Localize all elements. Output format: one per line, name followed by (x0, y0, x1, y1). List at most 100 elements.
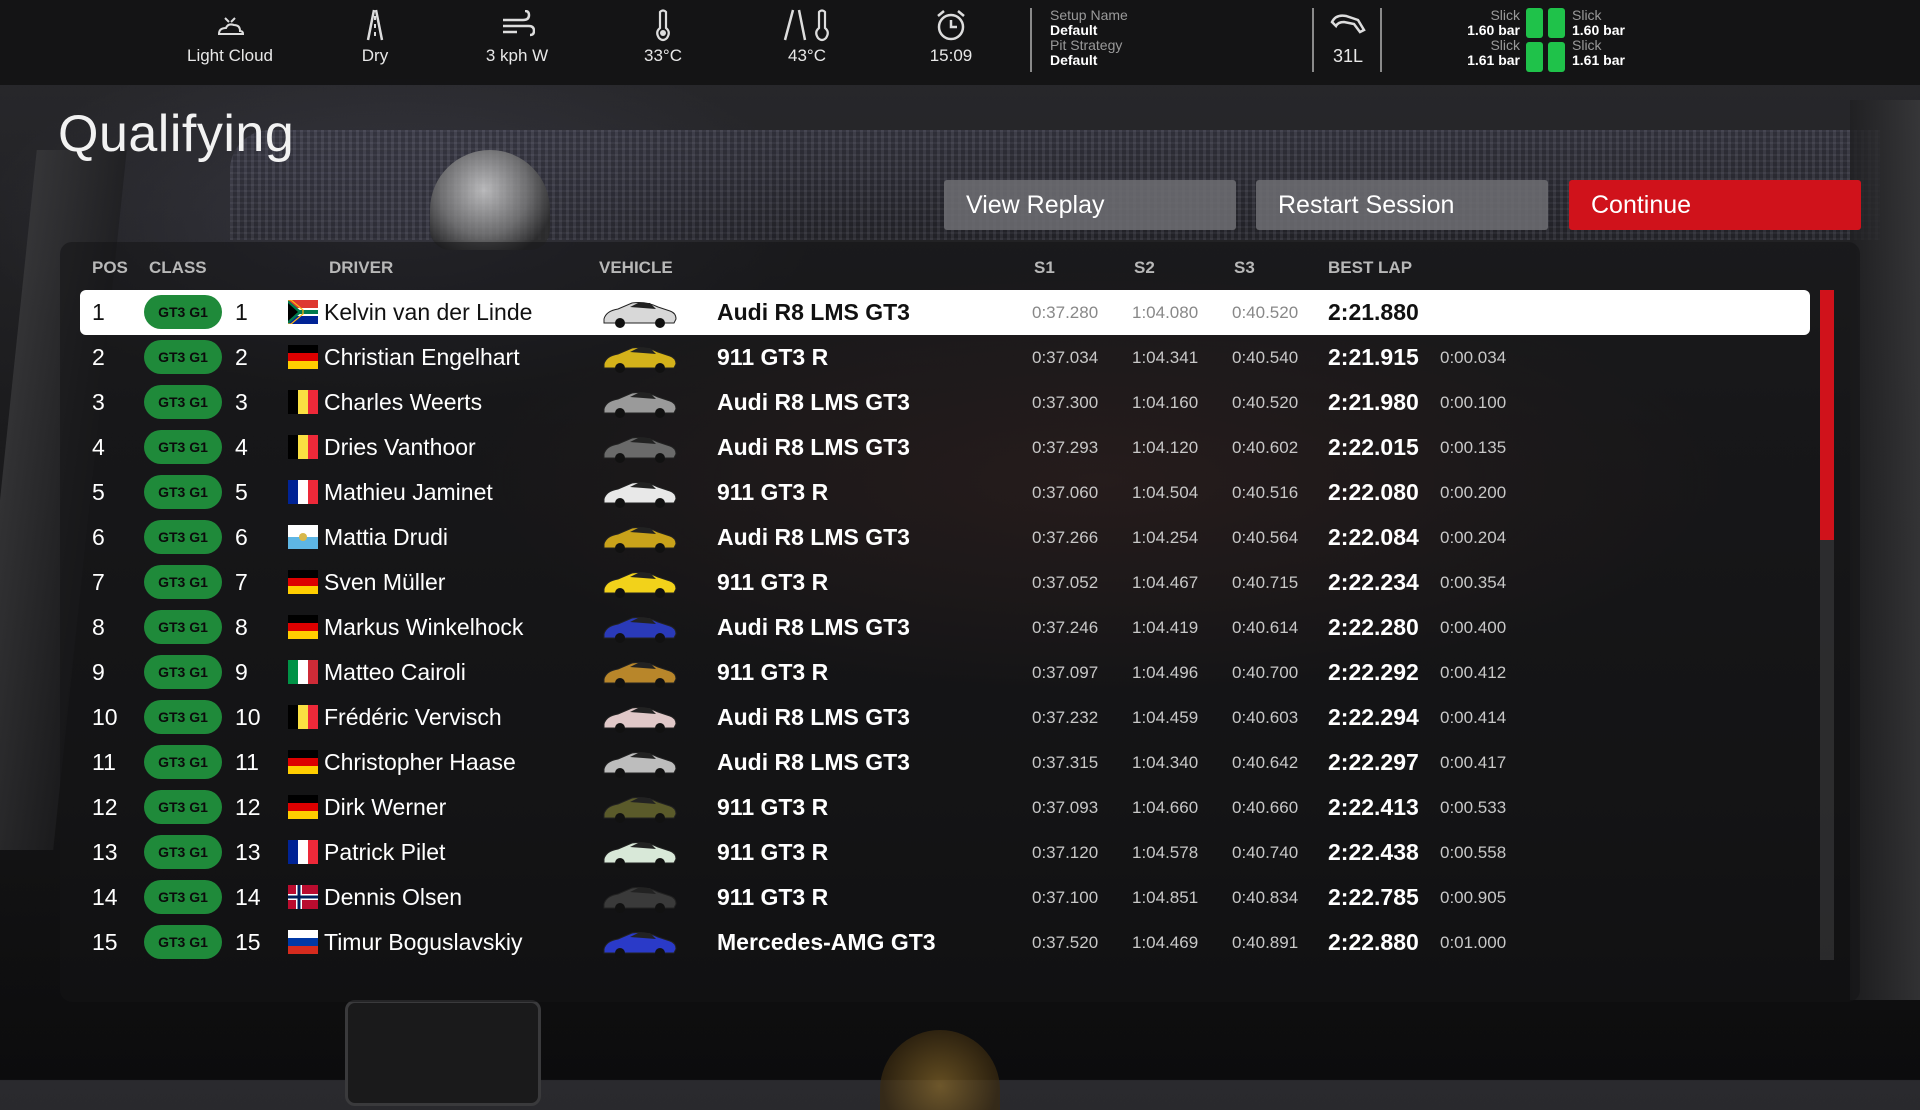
front-right-pressure: 1.60 bar (1572, 22, 1625, 38)
sector-2-time: 1:04.080 (1132, 303, 1199, 322)
class-position: 1 (235, 299, 248, 325)
country-flag-icon (288, 930, 318, 954)
column-header-best-lap: BEST LAP (1328, 258, 1413, 277)
table-row[interactable]: 10 GT3 G1 10 Frédéric Vervisch Audi R8 LMS G… (80, 695, 1810, 740)
vehicle-name: 911 GT3 R (717, 839, 829, 865)
position: 12 (92, 794, 118, 820)
driver-name: Dries Vanthoor (324, 434, 476, 460)
position: 9 (92, 659, 105, 685)
table-row[interactable]: 4 GT3 G1 4 Dries Vanthoor Audi R8 LMS GT3 0:3… (80, 425, 1810, 470)
tyre-front-right (1548, 8, 1565, 38)
table-row[interactable]: 2 GT3 G1 2 Christian Engelhart 911 GT3 R 0:37… (80, 335, 1810, 380)
sector-2-time: 1:04.254 (1132, 528, 1199, 547)
restart-session-button[interactable]: Restart Session (1256, 180, 1548, 230)
divider (1312, 8, 1314, 72)
air-temp-indicator: 33°C (608, 8, 718, 66)
class-position: 13 (235, 839, 261, 865)
setup-name-label: Setup Name (1050, 7, 1128, 23)
pit-strategy-label: Pit Strategy (1050, 37, 1123, 53)
table-row[interactable]: 9 GT3 G1 9 Matteo Cairoli 911 GT3 R 0:37.097 1… (80, 650, 1810, 695)
vehicle-name: Audi R8 LMS GT3 (717, 614, 910, 640)
column-header-pos: POS (92, 258, 128, 277)
table-row[interactable]: 15 GT3 G1 15 Timur Boguslavskiy Mercedes-AMG… (80, 920, 1810, 965)
vehicle-name: Audi R8 LMS GT3 (717, 299, 910, 325)
table-row[interactable]: 11 GT3 G1 11 Christopher Haase Audi R8 LMS G… (80, 740, 1810, 785)
sector-1-time: 0:37.315 (1032, 753, 1099, 772)
sector-3-time: 0:40.834 (1232, 888, 1299, 907)
class-badge: GT3 G1 (144, 790, 222, 824)
country-flag-icon (288, 390, 318, 414)
driver-name: Charles Weerts (324, 389, 483, 415)
class-position: 8 (235, 614, 248, 640)
position: 5 (92, 479, 105, 505)
sector-1-time: 0:37.093 (1032, 798, 1099, 817)
sector-3-time: 0:40.602 (1232, 438, 1299, 457)
table-row[interactable]: 6 GT3 G1 6 Mattia Drudi Audi R8 LMS GT3 0:37.… (80, 515, 1810, 560)
car-livery-icon (600, 342, 678, 374)
gap-to-leader: 0:01.000 (1440, 933, 1507, 952)
column-header-driver: DRIVER (329, 258, 394, 277)
position: 14 (92, 884, 118, 910)
country-flag-icon (288, 885, 318, 909)
driver-name: Markus Winkelhock (324, 614, 524, 640)
vehicle-name: Audi R8 LMS GT3 (717, 389, 910, 415)
sector-1-time: 0:37.232 (1032, 708, 1099, 727)
sector-1-time: 0:37.097 (1032, 663, 1099, 682)
fuel-indicator: 31L (1320, 8, 1376, 67)
right-tyres: Slick 1.60 bar Slick 1.61 bar (1572, 8, 1632, 68)
position: 6 (92, 524, 105, 550)
position: 13 (92, 839, 118, 865)
alarm-clock-icon (896, 8, 1006, 42)
sector-2-time: 1:04.419 (1132, 618, 1199, 637)
track-condition-indicator: Dry (320, 8, 430, 66)
cloud-icon (175, 8, 285, 42)
view-replay-button[interactable]: View Replay (944, 180, 1236, 230)
table-row[interactable]: 8 GT3 G1 8 Markus Winkelhock Audi R8 LMS GT3… (80, 605, 1810, 650)
table-row[interactable]: 1 GT3 G1 1 Kelvin van der Linde Audi R8 LMS … (80, 290, 1810, 335)
table-row[interactable]: 12 GT3 G1 12 Dirk Werner 911 GT3 R 0:37.093 1:… (80, 785, 1810, 830)
vehicle-name: 911 GT3 R (717, 479, 829, 505)
position: 10 (92, 704, 118, 730)
table-row[interactable]: 7 GT3 G1 7 Sven Müller 911 GT3 R 0:37.052 1:04… (80, 560, 1810, 605)
class-position: 2 (235, 344, 248, 370)
driver-name: Mattia Drudi (324, 524, 448, 550)
sector-3-time: 0:40.891 (1232, 933, 1299, 952)
best-lap-time: 2:22.294 (1328, 704, 1419, 730)
table-row[interactable]: 3 GT3 G1 3 Charles Weerts Audi R8 LMS GT3 0:3… (80, 380, 1810, 425)
scrollbar-thumb[interactable] (1820, 290, 1834, 540)
gap-to-leader: 0:00.200 (1440, 483, 1507, 502)
best-lap-time: 2:22.015 (1328, 434, 1419, 460)
driver-name: Patrick Pilet (324, 839, 446, 865)
country-flag-icon (288, 300, 318, 324)
driver-name: Kelvin van der Linde (324, 299, 533, 325)
country-flag-icon (288, 525, 318, 549)
results-table: 1 GT3 G1 1 Kelvin van der Linde Audi R8 LMS … (80, 290, 1810, 965)
position: 2 (92, 344, 105, 370)
country-flag-icon (288, 345, 318, 369)
class-position: 6 (235, 524, 248, 550)
sector-2-time: 1:04.578 (1132, 843, 1199, 862)
gap-to-leader: 0:00.400 (1440, 618, 1507, 637)
session-time-label: 15:09 (929, 46, 973, 65)
fuel-nozzle-icon (1320, 8, 1376, 42)
divider (1380, 8, 1382, 72)
class-badge: GT3 G1 (144, 925, 222, 959)
sector-1-time: 0:37.120 (1032, 843, 1099, 862)
sector-3-time: 0:40.642 (1232, 753, 1299, 772)
divider (1030, 8, 1032, 72)
session-info-bar: Light Cloud Dry 3 kph W 33°C 43°C 15:09 … (0, 0, 1920, 85)
car-livery-icon (600, 927, 678, 959)
vehicle-name: Audi R8 LMS GT3 (717, 704, 910, 730)
continue-button[interactable]: Continue (1569, 180, 1861, 230)
sector-3-time: 0:40.540 (1232, 348, 1299, 367)
sector-2-time: 1:04.496 (1132, 663, 1199, 682)
class-badge: GT3 G1 (144, 655, 222, 689)
class-badge: GT3 G1 (144, 835, 222, 869)
thermometer-icon (608, 8, 718, 42)
class-badge: GT3 G1 (144, 520, 222, 554)
table-row[interactable]: 13 GT3 G1 13 Patrick Pilet 911 GT3 R 0:37.120… (80, 830, 1810, 875)
table-row[interactable]: 14 GT3 G1 14 Dennis Olsen 911 GT3 R 0:37.100 1… (80, 875, 1810, 920)
class-badge: GT3 G1 (144, 340, 222, 374)
position: 8 (92, 614, 105, 640)
table-row[interactable]: 5 GT3 G1 5 Mathieu Jaminet 911 GT3 R 0:37.060… (80, 470, 1810, 515)
